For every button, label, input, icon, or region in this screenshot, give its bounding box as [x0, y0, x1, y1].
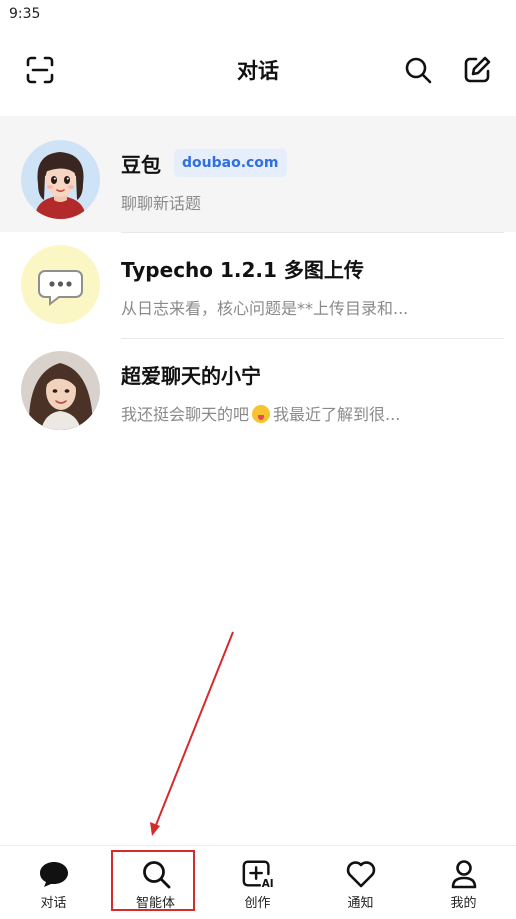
search-button[interactable] [398, 50, 438, 90]
conversation-preview: 我还挺会聊天的吧 我最近了解到很... [121, 401, 451, 425]
doubao-avatar [21, 140, 100, 219]
website-badge: doubao.com [174, 149, 287, 177]
conversation-preview: 从日志来看，核心问题是**上传目录和... [121, 299, 409, 318]
tab-create[interactable]: AI 创作 [206, 846, 309, 919]
tab-notifications[interactable]: 通知 [309, 846, 412, 919]
annotation-highlight-box [111, 850, 195, 911]
tab-label: 对话 [40, 896, 67, 911]
edit-icon [464, 56, 491, 83]
status-time: 9:35 [9, 6, 41, 22]
list-divider [121, 232, 504, 233]
conversation-name: 超爱聊天的小宁 [121, 364, 261, 388]
new-chat-button[interactable] [457, 50, 497, 90]
svg-text:AI: AI [261, 878, 273, 890]
conversation-list: 豆包 doubao.com 聊聊新话题 Typecho 1.2.1 多图上传 从… [0, 116, 516, 444]
tab-label: 通知 [347, 896, 374, 911]
list-divider [121, 338, 504, 339]
tab-label: 创作 [244, 896, 271, 911]
tab-profile[interactable]: 我的 [412, 846, 515, 919]
tab-label: 我的 [450, 896, 477, 911]
conversation-item-doubao[interactable]: 豆包 doubao.com 聊聊新话题 [0, 116, 516, 232]
chat-bubble-icon [37, 857, 71, 891]
heart-icon [344, 857, 378, 891]
preview-text-end: 我最近了解到很... [273, 405, 401, 424]
chat-bubble-avatar [21, 245, 100, 324]
ai-create-icon: AI [241, 857, 275, 891]
tongue-emoji-icon [252, 405, 271, 423]
tab-chat[interactable]: 对话 [2, 846, 105, 919]
person-icon [447, 857, 481, 891]
page-title: 对话 [237, 59, 279, 83]
conversation-preview: 聊聊新话题 [121, 194, 202, 213]
header: 对话 [0, 36, 516, 102]
conversation-item-typecho[interactable]: Typecho 1.2.1 多图上传 从日志来看，核心问题是**上传目录和... [0, 232, 516, 338]
preview-text-start: 我还挺会聊天的吧 [121, 405, 250, 424]
bottom-tab-bar: 对话 智能体 AI 创作 通知 我的 [0, 845, 516, 919]
conversation-name: 豆包 [121, 153, 161, 177]
conversation-item-xiaoning[interactable]: 超爱聊天的小宁 我还挺会聊天的吧 我最近了解到很... [0, 338, 516, 444]
search-icon [405, 57, 432, 84]
xiaoning-avatar [21, 351, 100, 430]
conversation-name: Typecho 1.2.1 多图上传 [121, 258, 364, 282]
status-bar: 9:35 [0, 0, 516, 30]
